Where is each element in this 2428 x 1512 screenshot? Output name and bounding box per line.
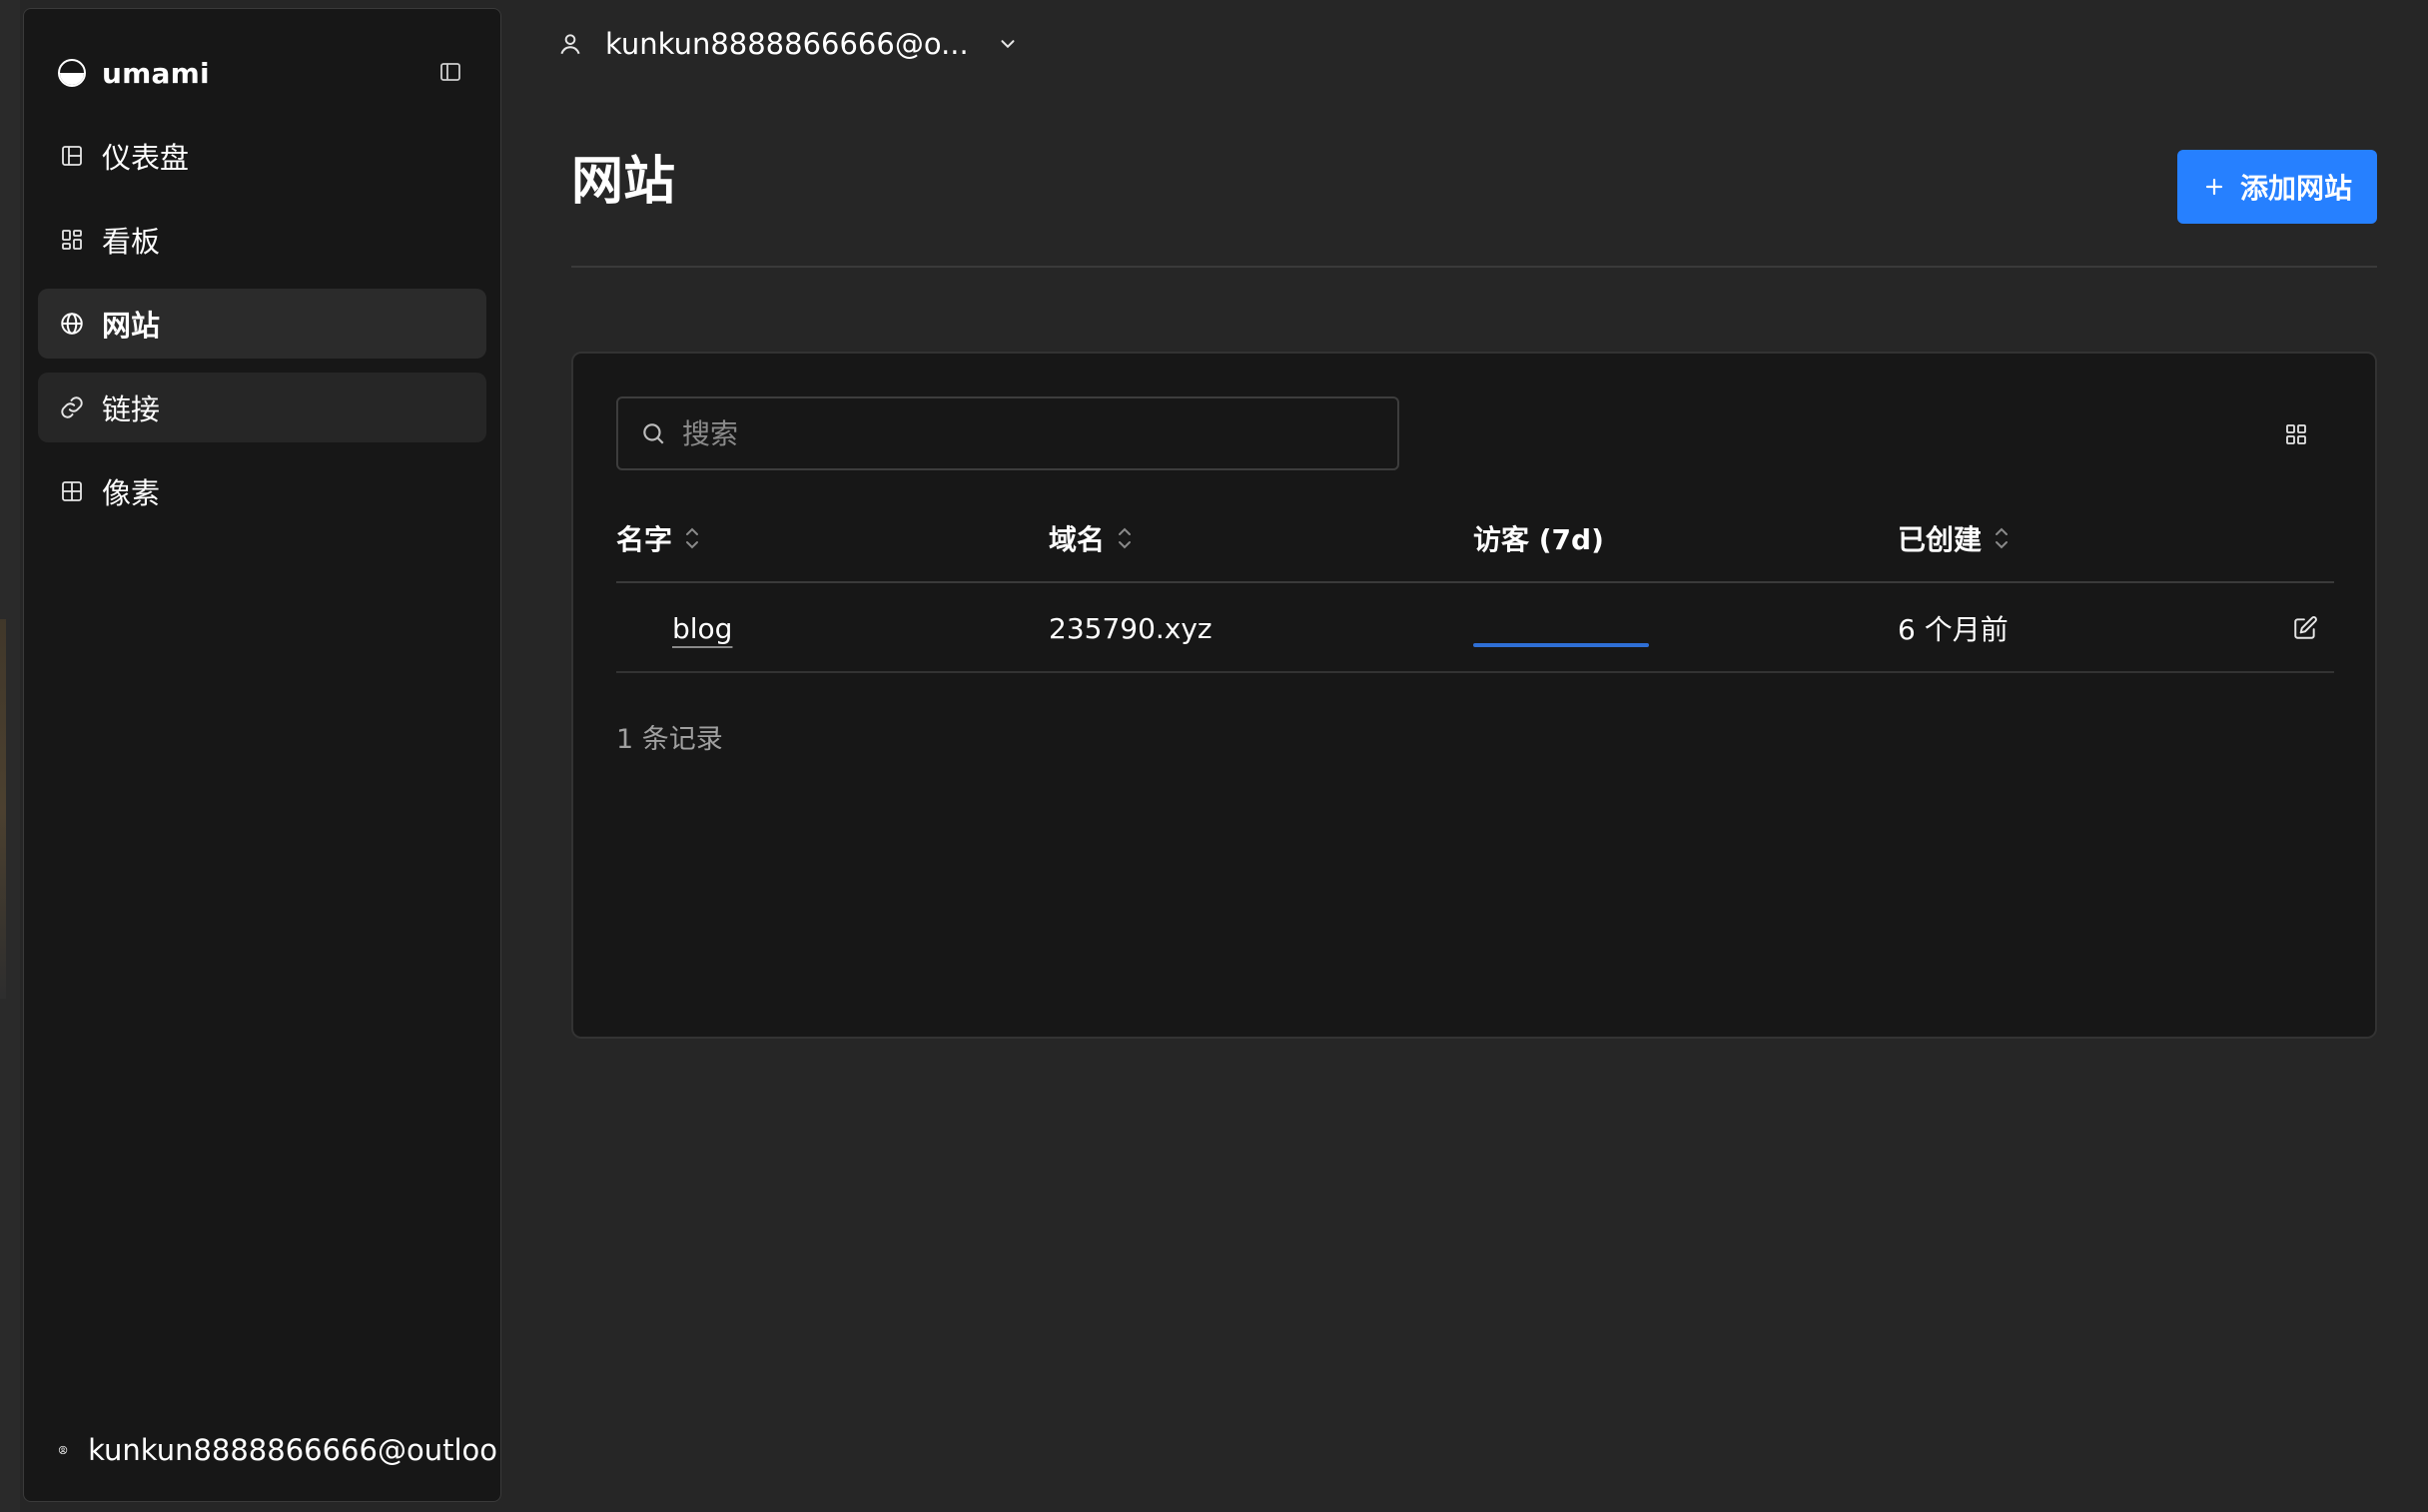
sidebar: umami 仪表盘 看板 网站 链接 像素 kunkun8888866666@o… xyxy=(23,8,501,1502)
sidebar-collapse-button[interactable] xyxy=(435,57,465,87)
brand[interactable]: umami xyxy=(58,53,210,93)
column-header-created[interactable]: 已创建 xyxy=(1898,493,2010,583)
add-website-label: 添加网站 xyxy=(2239,172,2352,205)
sidebar-item-pixels[interactable]: 像素 xyxy=(38,456,486,526)
sidebar-nav: 仪表盘 看板 网站 链接 像素 xyxy=(38,121,486,540)
sidebar-item-dashboard[interactable]: 仪表盘 xyxy=(38,121,486,191)
sidebar-item-label: 像素 xyxy=(102,476,161,510)
page-title: 网站 xyxy=(571,152,676,212)
column-header-domain[interactable]: 域名 xyxy=(1049,493,1133,583)
account-email: kunkun8888866666@o... xyxy=(605,27,969,61)
websites-table: 名字 域名 访客 (7d) 已创建 blog 235790.xyz 6 个月前 xyxy=(616,493,2334,673)
globe-icon xyxy=(58,310,86,338)
website-created-cell: 6 个月前 xyxy=(1898,613,2009,646)
column-header-visitors: 访客 (7d) xyxy=(1473,493,1604,583)
edit-icon xyxy=(2294,616,2317,639)
pixel-grid-icon xyxy=(58,477,86,505)
grid-view-toggle[interactable] xyxy=(2281,419,2311,449)
sidebar-item-label: 链接 xyxy=(102,392,161,426)
sidebar-user-email: kunkun8888866666@outloo xyxy=(88,1433,497,1467)
column-label: 域名 xyxy=(1049,523,1106,556)
table-row: blog 235790.xyz 6 个月前 xyxy=(616,583,2334,673)
user-icon xyxy=(560,34,580,55)
grid-icon xyxy=(2286,424,2306,444)
edit-website-button[interactable] xyxy=(2290,613,2320,643)
sort-icon[interactable] xyxy=(684,525,700,551)
umami-logo-icon xyxy=(58,59,86,87)
boards-icon xyxy=(58,226,86,254)
column-label: 已创建 xyxy=(1898,523,1983,556)
sidebar-item-label: 网站 xyxy=(102,309,161,343)
record-count: 1 条记录 xyxy=(616,724,723,755)
search-icon xyxy=(643,423,664,444)
website-name-cell: blog xyxy=(672,583,732,673)
sort-icon[interactable] xyxy=(1994,525,2010,551)
chevron-down-icon xyxy=(997,33,1019,55)
plus-icon xyxy=(2205,178,2223,196)
account-switcher[interactable]: kunkun8888866666@o... xyxy=(557,22,1019,66)
column-label: 访客 (7d) xyxy=(1473,523,1604,556)
sidebar-item-label: 仪表盘 xyxy=(102,141,190,175)
column-label: 名字 xyxy=(616,523,673,556)
sidebar-item-label: 看板 xyxy=(102,225,161,259)
websites-card: 名字 域名 访客 (7d) 已创建 xyxy=(571,352,2377,1039)
sidebar-item-boards[interactable]: 看板 xyxy=(38,205,486,275)
brand-name: umami xyxy=(102,56,210,90)
visitors-sparkline xyxy=(1473,643,1649,647)
sort-icon[interactable] xyxy=(1117,525,1133,551)
panel-left-icon xyxy=(440,63,460,81)
sidebar-user-menu[interactable]: kunkun8888866666@outloo xyxy=(58,1425,497,1475)
search-input[interactable] xyxy=(682,416,1381,450)
header-divider xyxy=(571,266,2377,268)
sidebar-item-websites[interactable]: 网站 xyxy=(38,289,486,359)
link-icon xyxy=(58,393,86,421)
column-header-name[interactable]: 名字 xyxy=(616,493,700,583)
add-website-button[interactable]: 添加网站 xyxy=(2177,150,2377,224)
search-box[interactable] xyxy=(616,396,1399,470)
website-domain-cell: 235790.xyz xyxy=(1049,611,1213,645)
website-name-link[interactable]: blog xyxy=(672,612,732,645)
dashboard-icon xyxy=(58,142,86,170)
app-root: umami 仪表盘 看板 网站 链接 像素 kunkun8888866666@o… xyxy=(0,0,2428,1512)
window-edge xyxy=(0,0,20,1512)
user-circle-icon xyxy=(58,1445,68,1455)
sidebar-item-links[interactable]: 链接 xyxy=(38,373,486,442)
table-header: 名字 域名 访客 (7d) 已创建 xyxy=(616,493,2334,583)
